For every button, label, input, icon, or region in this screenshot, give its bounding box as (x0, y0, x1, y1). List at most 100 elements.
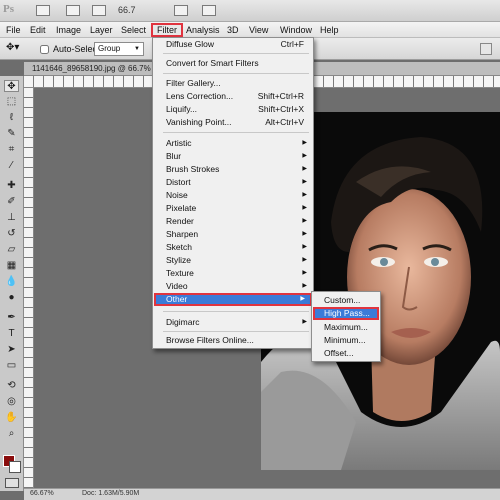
menu-help[interactable]: Help (316, 23, 343, 37)
move-tool-icon[interactable]: ✥ (4, 80, 19, 92)
view-extras-icon[interactable] (92, 5, 106, 16)
filter-menu-item-brush-strokes[interactable]: Brush Strokes ▶ (154, 163, 312, 176)
filter-menu-item-browse-filters-online[interactable]: Browse Filters Online... (154, 334, 312, 347)
filter-menu-item-noise[interactable]: Noise ▶ (154, 189, 312, 202)
menu-window[interactable]: Window (276, 23, 316, 37)
filter-menu-item-filter-gallery[interactable]: Filter Gallery... (154, 77, 312, 90)
3d-orbit-tool-icon[interactable]: ◎ (4, 396, 19, 408)
filter-menu-item-sketch[interactable]: Sketch ▶ (154, 241, 312, 254)
status-zoom[interactable]: 66.67% (30, 490, 54, 497)
filter-menu-item-diffuse-glow[interactable]: Diffuse Glow Ctrl+F (154, 38, 312, 51)
vertical-ruler[interactable] (24, 88, 34, 488)
filter-menu-item-other[interactable]: Other ▶ (154, 293, 312, 306)
history-brush-tool-icon[interactable]: ↺ (4, 228, 19, 240)
lasso-tool-icon[interactable]: ℓ (4, 112, 19, 124)
filter-menu-item-artistic[interactable]: Artistic ▶ (154, 137, 312, 150)
filter-menu-item-distort[interactable]: Distort ▶ (154, 176, 312, 189)
filter-menu-item-pixelate[interactable]: Pixelate ▶ (154, 202, 312, 215)
filter-menu-item-stylize[interactable]: Stylize ▶ (154, 254, 312, 267)
filter-menu-item-liquify[interactable]: Liquify... Shift+Ctrl+X (154, 103, 312, 116)
menu-item-shortcut: Shift+Ctrl+R (257, 91, 304, 101)
filter-menu-item-sharpen[interactable]: Sharpen ▶ (154, 228, 312, 241)
path-selection-tool-icon[interactable]: ➤ (4, 344, 19, 356)
menu-separator (163, 132, 309, 133)
filter-menu-item-digimarc[interactable]: Digimarc ▶ (154, 316, 312, 329)
background-color-swatch[interactable] (9, 461, 21, 473)
crop-tool-icon[interactable]: ⌗ (4, 144, 19, 156)
menu-3d[interactable]: 3D (223, 23, 243, 37)
menu-item-label: Blur (166, 151, 182, 161)
bridge-icon[interactable] (36, 5, 50, 16)
dodge-tool-icon[interactable]: ● (4, 292, 19, 304)
zoom-level[interactable]: 66.7 (118, 5, 136, 15)
submenu-arrow-icon: ▶ (302, 231, 307, 237)
filter-menu-item-video[interactable]: Video ▶ (154, 280, 312, 293)
submenu-arrow-icon: ▶ (302, 179, 307, 185)
spot-healing-tool-icon[interactable]: ✚ (4, 180, 19, 192)
arrange-documents-icon[interactable] (174, 5, 188, 16)
submenu-arrow-icon: ▶ (302, 270, 307, 276)
clone-stamp-tool-icon[interactable]: ⊥ (4, 212, 19, 224)
quick-mask-icon[interactable] (5, 478, 19, 488)
menu-analysis[interactable]: Analysis (182, 23, 224, 37)
menu-item-label: Digimarc (166, 317, 200, 327)
menu-item-label: Video (166, 281, 188, 291)
submenu-arrow-icon: ▶ (300, 296, 305, 302)
menu-item-label: Sketch (166, 242, 192, 252)
menu-item-shortcut: Ctrl+F (280, 39, 304, 49)
status-bar: 66.67% Doc: 1.63M/5.90M (24, 488, 500, 500)
menu-file[interactable]: File (2, 23, 25, 37)
brush-tool-icon[interactable]: ✐ (4, 196, 19, 208)
quick-selection-tool-icon[interactable]: ✎ (4, 128, 19, 140)
filter-menu-item-texture[interactable]: Texture ▶ (154, 267, 312, 280)
shape-tool-icon[interactable]: ▭ (4, 360, 19, 372)
blur-tool-icon[interactable]: 💧 (4, 276, 19, 288)
eyedropper-tool-icon[interactable]: ⁄ (4, 160, 19, 172)
filter-menu-item-vanishing-point[interactable]: Vanishing Point... Alt+Ctrl+V (154, 116, 312, 129)
submenu-arrow-icon: ▶ (302, 319, 307, 325)
pen-tool-icon[interactable]: ✒ (4, 312, 19, 324)
auto-select-option[interactable]: Auto-Select: (40, 44, 102, 55)
submenu-arrow-icon: ▶ (302, 205, 307, 211)
menu-separator (163, 73, 309, 74)
submenu-item-minimum[interactable]: Minimum... (313, 334, 379, 347)
filter-menu-item-convert-for-smart-filters[interactable]: Convert for Smart Filters (154, 57, 312, 70)
menu-filter[interactable]: Filter (151, 23, 183, 37)
filter-menu-item-lens-correction[interactable]: Lens Correction... Shift+Ctrl+R (154, 90, 312, 103)
submenu-arrow-icon: ▶ (302, 257, 307, 263)
mini-bridge-icon[interactable] (66, 5, 80, 16)
zoom-tool-icon[interactable]: ⌕ (4, 428, 19, 440)
submenu-item-high-pass[interactable]: High Pass... (313, 307, 379, 320)
chevron-down-icon: ▼ (134, 46, 140, 52)
marquee-tool-icon[interactable]: ⬚ (4, 96, 19, 108)
submenu-arrow-icon: ▶ (302, 166, 307, 172)
filter-menu-item-render[interactable]: Render ▶ (154, 215, 312, 228)
submenu-item-offset[interactable]: Offset... (313, 347, 379, 360)
menu-bar: File Edit Image Layer Select Filter Anal… (0, 22, 500, 38)
auto-select-checkbox[interactable] (40, 45, 49, 55)
align-icon[interactable] (480, 43, 492, 55)
submenu-item-label: High Pass... (324, 308, 370, 318)
3d-rotate-tool-icon[interactable]: ⟲ (4, 380, 19, 392)
hand-tool-icon[interactable]: ✋ (4, 412, 19, 424)
submenu-item-custom[interactable]: Custom... (313, 294, 379, 307)
menu-layer[interactable]: Layer (86, 23, 117, 37)
menu-item-label: Artistic (166, 138, 192, 148)
menu-image[interactable]: Image (52, 23, 85, 37)
filter-menu-item-blur[interactable]: Blur ▶ (154, 150, 312, 163)
auto-select-target-select[interactable]: Group ▼ (94, 42, 144, 56)
eraser-tool-icon[interactable]: ▱ (4, 244, 19, 256)
menu-view[interactable]: View (245, 23, 272, 37)
menu-item-label: Filter Gallery... (166, 78, 221, 88)
menu-edit[interactable]: Edit (26, 23, 50, 37)
menu-item-label: Convert for Smart Filters (166, 58, 259, 68)
gradient-tool-icon[interactable]: ▦ (4, 260, 19, 272)
move-tool-preset-icon[interactable]: ✥▾ (6, 42, 32, 56)
tools-panel: ✥ ⬚ ℓ ✎ ⌗ ⁄ ✚ ✐ ⊥ ↺ ▱ ▦ 💧 ● ✒ T ➤ ▭ ⟲ ◎ … (0, 76, 24, 491)
menu-item-label: Browse Filters Online... (166, 335, 254, 345)
submenu-item-maximum[interactable]: Maximum... (313, 321, 379, 334)
menu-item-label: Vanishing Point... (166, 117, 232, 127)
menu-select[interactable]: Select (117, 23, 150, 37)
screen-mode-icon[interactable] (202, 5, 216, 16)
type-tool-icon[interactable]: T (4, 328, 19, 340)
